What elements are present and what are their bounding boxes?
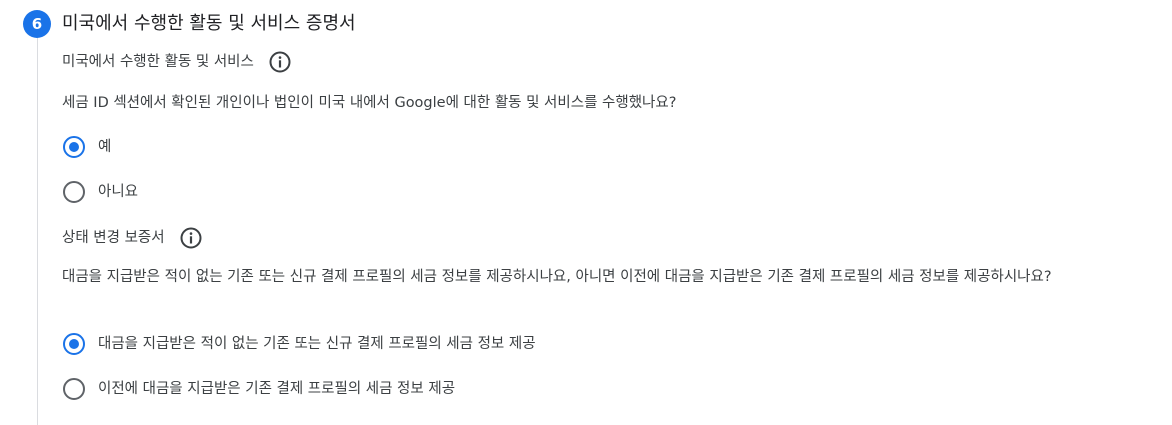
step-connector-line bbox=[37, 38, 38, 425]
radio-option-new-profile-label: 대금을 지급받은 적이 없는 기존 또는 신규 결제 프로필의 세금 정보 제공 bbox=[98, 336, 536, 352]
us-activities-label-row: 미국에서 수행한 활동 및 서비스 bbox=[62, 50, 292, 74]
info-icon[interactable] bbox=[179, 226, 203, 250]
us-activities-question: 세금 ID 섹션에서 확인된 개인이나 법인이 미국 내에서 Google에 대… bbox=[62, 95, 677, 111]
radio-option-existing-profile[interactable]: 이전에 대금을 지급받은 기존 결제 프로필의 세금 정보 제공 bbox=[62, 377, 455, 401]
radio-checked-icon[interactable] bbox=[62, 135, 86, 159]
radio-option-no-label: 아니요 bbox=[98, 184, 139, 200]
section-title: 미국에서 수행한 활동 및 서비스 증명서 bbox=[62, 13, 356, 34]
status-change-label-row: 상태 변경 보증서 bbox=[62, 226, 203, 250]
radio-option-no[interactable]: 아니요 bbox=[62, 180, 138, 204]
radio-option-new-profile[interactable]: 대금을 지급받은 적이 없는 기존 또는 신규 결제 프로필의 세금 정보 제공 bbox=[62, 332, 536, 356]
radio-unchecked-icon[interactable] bbox=[62, 180, 86, 204]
us-activities-label: 미국에서 수행한 활동 및 서비스 bbox=[62, 54, 254, 70]
radio-checked-icon[interactable] bbox=[62, 332, 86, 356]
info-icon[interactable] bbox=[268, 50, 292, 74]
radio-option-existing-profile-label: 이전에 대금을 지급받은 기존 결제 프로필의 세금 정보 제공 bbox=[98, 381, 456, 397]
status-change-label: 상태 변경 보증서 bbox=[62, 230, 165, 246]
radio-option-yes[interactable]: 예 bbox=[62, 135, 111, 159]
status-change-question: 대금을 지급받은 적이 없는 기존 또는 신규 결제 프로필의 세금 정보를 제… bbox=[62, 269, 1052, 285]
radio-unchecked-icon[interactable] bbox=[62, 377, 86, 401]
step-number-badge: 6 bbox=[23, 10, 51, 38]
radio-option-yes-label: 예 bbox=[98, 139, 112, 155]
